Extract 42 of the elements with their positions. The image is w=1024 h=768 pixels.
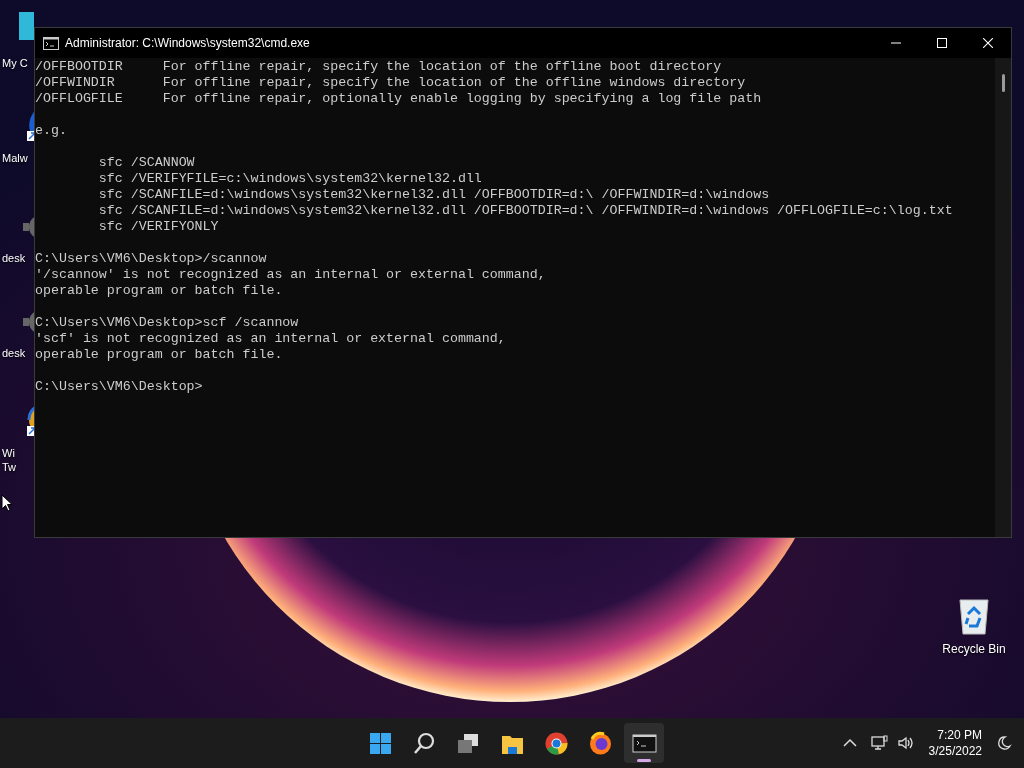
console-line: /OFFLOGFILE For offline repair, optionally enable logging by specifying a log file path [35,91,763,107]
console-line: C:\Users\VM6\Desktop> [35,379,204,395]
icon-label: Wi Tw [1,446,17,474]
window-title: Administrator: C:\Windows\system32\cmd.exe [65,35,310,52]
icon-label: desk [1,346,26,360]
taskbar-app-button[interactable] [624,723,664,763]
windows-logo-icon [367,730,393,756]
console-icon [43,36,59,50]
clock[interactable]: 7:20 PM 3/25/2022 [928,727,982,759]
console-line: C:\Users\VM6\Desktop>scf /scannow [35,315,300,331]
icon-label: Recycle Bin [942,642,1006,656]
console-line: sfc /SCANNOW [97,155,196,171]
moon-icon[interactable] [996,735,1012,751]
icon-label: desk [1,251,26,265]
clock-date: 3/25/2022 [928,743,982,759]
chevron-up-icon[interactable] [842,738,857,748]
console-line: sfc /VERIFYONLY [97,219,220,235]
volume-icon[interactable] [896,735,915,751]
console-line: /OFFBOOTDIR For offline repair, specify the location of the offline boot directory [35,59,723,75]
console-line: sfc /VERIFYFILE=c:\windows\system32\kernel32.dll [97,171,483,187]
console-line: /OFFWINDIR For offline repair, specify the location of the offline windows directory [35,75,747,91]
icon-label: My C [1,56,28,70]
console-line: sfc /SCANFILE=d:\windows\system32\kernel32.dll /OFFBOOTDIR=d:\ /OFFWINDIR=d:\windows /OFFLOGFILE=c:\log.txt [97,203,954,219]
close-icon [983,38,993,48]
console-line: operable program or batch file. [35,283,284,299]
console-line: C:\Users\VM6\Desktop>/scannow [35,251,268,267]
firefox-icon [587,730,613,756]
icon-label: Malw [1,151,28,165]
mouse-pointer-icon [1,494,13,512]
search-icon [411,730,437,756]
console-line: operable program or batch file. [35,347,284,363]
scrollbar-thumb[interactable] [1001,74,1005,92]
network-icon[interactable] [870,735,889,751]
active-indicator [637,759,651,762]
clock-time: 7:20 PM [937,727,982,743]
console-line: sfc /SCANFILE=d:\windows\system32\kernel32.dll /OFFBOOTDIR=d:\ /OFFWINDIR=d:\windows [97,187,771,203]
console-line: 'scf' is not recognized as an internal or external command, [35,331,507,347]
console-line: '/scannow' is not recognized as an internal or external command, [35,267,547,283]
maximize-icon [937,38,947,48]
console-line: e.g. [35,123,68,139]
chrome-icon [543,730,569,756]
scrollbar[interactable] [995,58,1011,537]
